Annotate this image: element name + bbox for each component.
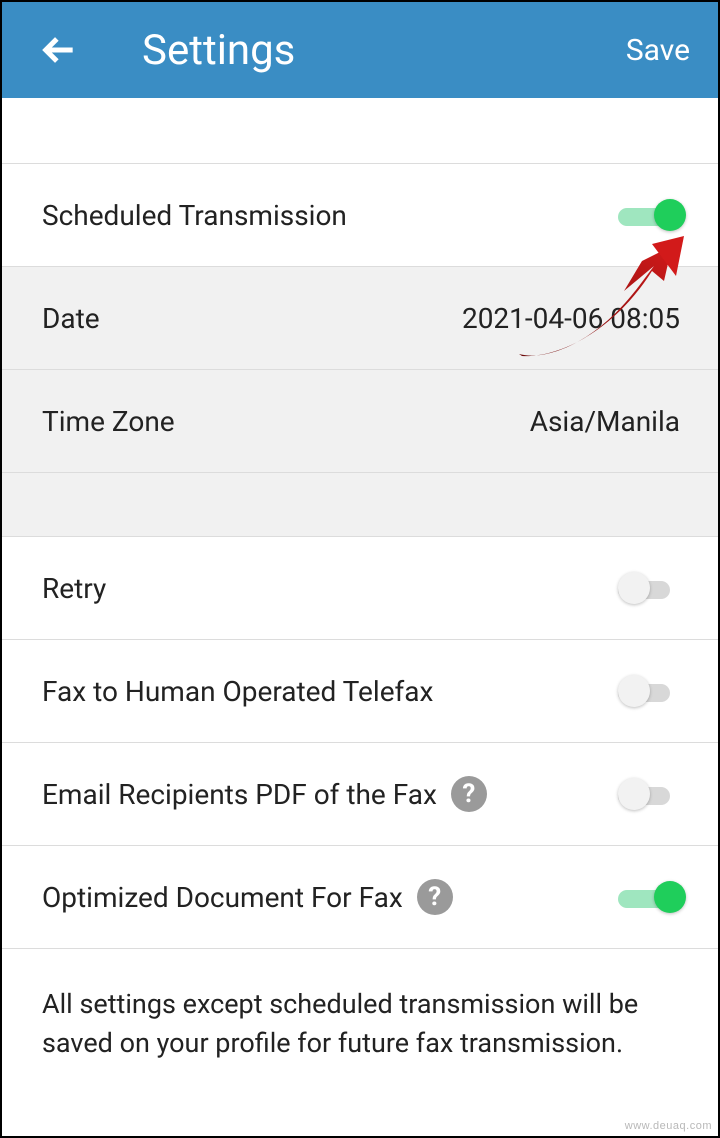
page-title: Settings <box>142 26 626 75</box>
row-fax-human[interactable]: Fax to Human Operated Telefax <box>2 640 718 743</box>
help-icon[interactable]: ? <box>451 776 487 812</box>
label-date: Date <box>42 302 100 335</box>
label-optimized-text: Optimized Document For Fax <box>42 881 403 914</box>
save-button[interactable]: Save <box>626 33 690 68</box>
footer-note: All settings except scheduled transmissi… <box>2 949 718 1063</box>
label-email-pdf: Email Recipients PDF of the Fax ? <box>42 776 487 812</box>
help-icon[interactable]: ? <box>417 879 453 915</box>
arrow-left-icon <box>41 31 79 69</box>
watermark: www.deuaq.com <box>625 1120 712 1132</box>
row-optimized[interactable]: Optimized Document For Fax ? <box>2 846 718 949</box>
toggle-retry[interactable] <box>618 570 680 606</box>
section-gap <box>2 473 718 537</box>
label-email-pdf-text: Email Recipients PDF of the Fax <box>42 778 437 811</box>
value-date: 2021-04-06 08:05 <box>462 302 680 335</box>
back-button[interactable] <box>38 28 82 72</box>
toggle-fax-human[interactable] <box>618 673 680 709</box>
toggle-scheduled-transmission[interactable] <box>618 197 680 233</box>
top-spacer <box>2 98 718 164</box>
row-scheduled-transmission[interactable]: Scheduled Transmission <box>2 164 718 267</box>
toggle-optimized[interactable] <box>618 879 680 915</box>
label-optimized: Optimized Document For Fax ? <box>42 879 453 915</box>
label-retry: Retry <box>42 572 106 605</box>
toggle-email-pdf[interactable] <box>618 776 680 812</box>
row-email-pdf[interactable]: Email Recipients PDF of the Fax ? <box>2 743 718 846</box>
label-fax-human: Fax to Human Operated Telefax <box>42 675 433 708</box>
app-header: Settings Save <box>2 2 718 98</box>
row-retry[interactable]: Retry <box>2 537 718 640</box>
label-scheduled-transmission: Scheduled Transmission <box>42 199 347 232</box>
row-timezone[interactable]: Time Zone Asia/Manila <box>2 370 718 473</box>
value-timezone: Asia/Manila <box>530 405 680 438</box>
row-date[interactable]: Date 2021-04-06 08:05 <box>2 267 718 370</box>
label-timezone: Time Zone <box>42 405 175 438</box>
